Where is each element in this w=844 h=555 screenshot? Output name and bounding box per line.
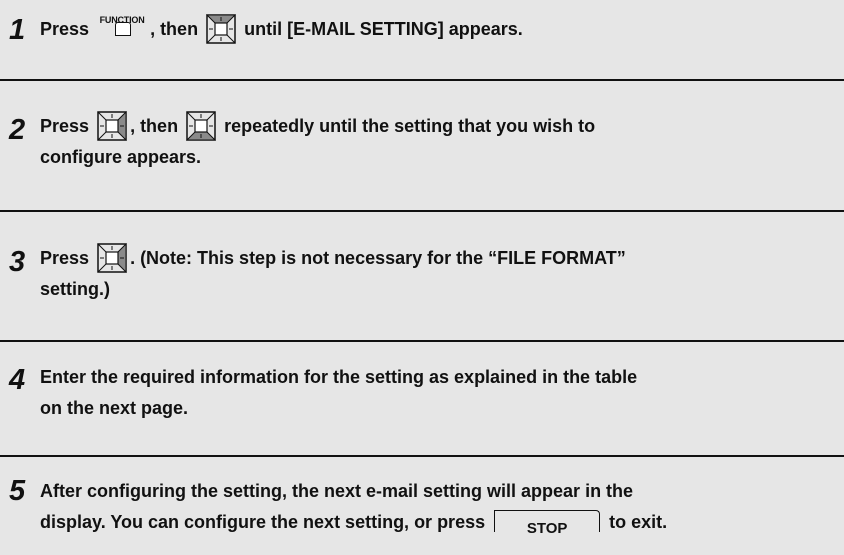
step-number: 1 <box>9 14 26 46</box>
stop-key-label: STOP <box>526 520 568 537</box>
step-text-line1: After configuring the setting, the next … <box>40 481 634 501</box>
step-text-line2: setting.) <box>40 279 110 299</box>
separator <box>0 455 844 457</box>
step-number: 3 <box>9 246 26 278</box>
instruction-page: 1 Press FUNCTION , then until [E-MAIL SE… <box>0 0 844 555</box>
step-number: 4 <box>9 364 26 396</box>
step-text-tail: repeatedly until the setting that you wi… <box>224 116 596 136</box>
step-text-tail: to exit. <box>609 512 668 532</box>
step-text-line1: Enter the required information for the s… <box>40 367 638 387</box>
step-text: Press FUNCTION , then until [E-MAIL SETT… <box>40 11 824 45</box>
step-text: Press , then repeatedly until the settin… <box>40 111 824 173</box>
step-text-press: Press <box>40 248 90 268</box>
function-key-icon: FUNCTION <box>96 11 148 41</box>
stop-key-icon: STOP <box>494 510 601 537</box>
step-number: 5 <box>9 475 26 507</box>
nav-right-key-icon <box>97 111 127 141</box>
step-text: Press . (Note: This step is not necessar… <box>40 243 824 305</box>
nav-right-key-icon <box>97 243 127 273</box>
step-text-line2: on the next page. <box>40 398 189 418</box>
step-text-line2: configure appears. <box>40 147 202 167</box>
separator <box>0 79 844 81</box>
step-text: Enter the required information for the s… <box>40 362 824 424</box>
step-text-then: , then <box>150 19 199 39</box>
separator <box>0 340 844 342</box>
nav-up-key-icon <box>206 14 237 44</box>
step-number: 2 <box>9 114 26 146</box>
step-text: After configuring the setting, the next … <box>40 476 824 538</box>
step-text-tail: until [E-MAIL SETTING] appears. <box>244 19 523 39</box>
step-text-press: Press <box>40 116 90 136</box>
function-key-button <box>115 22 132 36</box>
step-text-then: , then <box>130 116 179 136</box>
nav-down-key-icon <box>186 111 217 141</box>
step-text-line2: display. You can configure the next sett… <box>40 512 486 532</box>
step-text-press: Press <box>40 19 90 39</box>
step-text-tail: . (Note: This step is not necessary for … <box>130 248 626 268</box>
separator <box>0 210 844 212</box>
